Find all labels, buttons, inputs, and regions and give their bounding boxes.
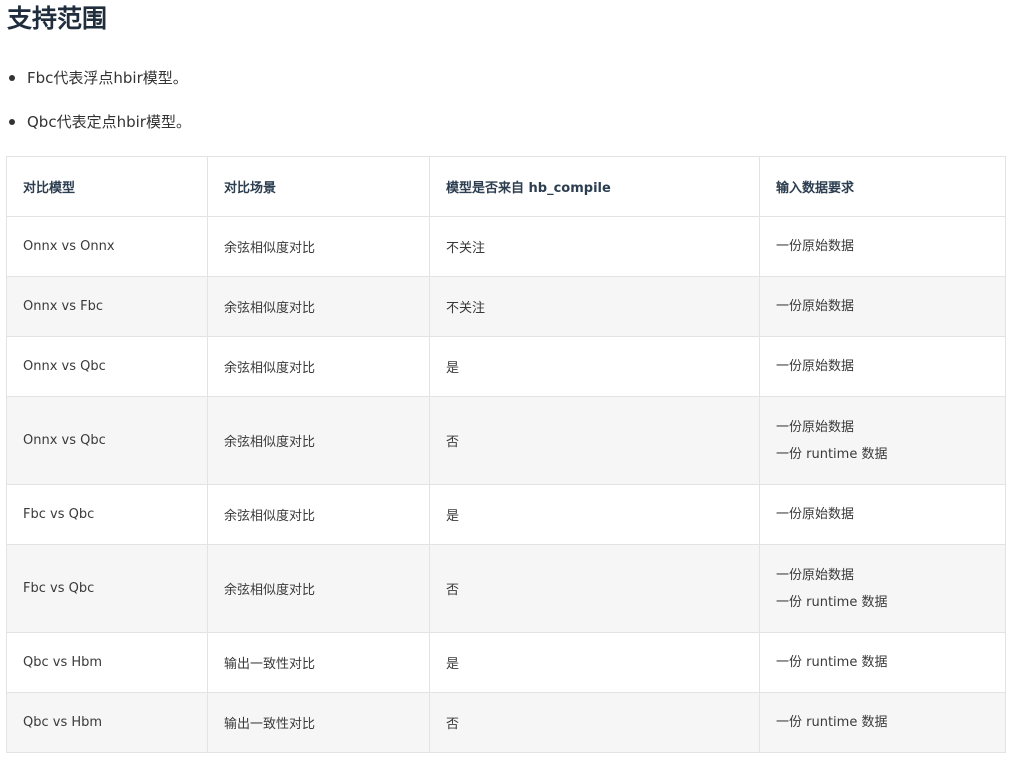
table-row: Onnx vs Qbc 余弦相似度对比 否 一份原始数据 一份 runtime … [6,396,1006,485]
bullet-list: Fbc代表浮点hbir模型。 Qbc代表定点hbir模型。 [0,59,191,147]
input-line: 一份原始数据 [776,239,855,254]
cell-scene: 余弦相似度对比 [207,216,430,277]
input-line: 一份原始数据 [776,299,855,314]
cell-from-compile: 否 [429,396,760,485]
cell-model: Onnx vs Fbc [6,276,208,337]
table-row: Qbc vs Hbm 输出一致性对比 是 一份 runtime 数据 [6,632,1006,693]
cell-input: 一份原始数据 [759,276,1006,337]
cell-model: Onnx vs Qbc [6,396,208,485]
bullet-item: Fbc代表浮点hbir模型。 [0,59,191,103]
cell-input: 一份原始数据 [759,216,1006,277]
header-compare-model: 对比模型 [6,156,208,217]
header-input-requirement: 输入数据要求 [759,156,1006,217]
cell-model: Qbc vs Hbm [6,692,208,753]
cell-scene: 余弦相似度对比 [207,276,430,337]
input-line: 一份 runtime 数据 [776,655,888,670]
table-row: Onnx vs Qbc 余弦相似度对比 是 一份原始数据 [6,336,1006,397]
cell-model: Onnx vs Onnx [6,216,208,277]
cell-input: 一份原始数据 一份 runtime 数据 [759,544,1006,633]
cell-scene: 余弦相似度对比 [207,336,430,397]
input-line: 一份 runtime 数据 [776,715,888,730]
cell-input: 一份 runtime 数据 [759,692,1006,753]
bullet-text: Fbc代表浮点hbir模型。 [27,69,188,87]
cell-model: Onnx vs Qbc [6,336,208,397]
bullet-text: Qbc代表定点hbir模型。 [27,113,191,131]
cell-input: 一份 runtime 数据 [759,632,1006,693]
cell-input: 一份原始数据 一份 runtime 数据 [759,396,1006,485]
cell-from-compile: 是 [429,632,760,693]
bullet-dot-icon [9,75,15,81]
comparison-table: 对比模型 对比场景 模型是否来自 hb_compile 输入数据要求 Onnx … [6,156,1006,753]
header-compare-scene: 对比场景 [207,156,430,217]
table-row: Fbc vs Qbc 余弦相似度对比 是 一份原始数据 [6,484,1006,545]
cell-from-compile: 不关注 [429,276,760,337]
cell-scene: 余弦相似度对比 [207,484,430,545]
cell-scene: 输出一致性对比 [207,632,430,693]
input-line: 一份原始数据 [776,567,855,583]
table-row: Onnx vs Onnx 余弦相似度对比 不关注 一份原始数据 [6,216,1006,277]
cell-scene: 输出一致性对比 [207,692,430,753]
cell-scene: 余弦相似度对比 [207,544,430,633]
cell-model: Fbc vs Qbc [6,544,208,633]
table-row: Fbc vs Qbc 余弦相似度对比 否 一份原始数据 一份 runtime 数… [6,544,1006,633]
table-header-row: 对比模型 对比场景 模型是否来自 hb_compile 输入数据要求 [6,156,1006,217]
cell-from-compile: 否 [429,544,760,633]
header-from-compile: 模型是否来自 hb_compile [429,156,760,217]
cell-from-compile: 否 [429,692,760,753]
input-line: 一份原始数据 [776,507,855,522]
cell-from-compile: 是 [429,484,760,545]
input-line: 一份原始数据 [776,359,855,374]
page-title: 支持范围 [7,4,108,33]
input-line: 一份 runtime 数据 [776,446,888,462]
table-row: Onnx vs Fbc 余弦相似度对比 不关注 一份原始数据 [6,276,1006,337]
cell-scene: 余弦相似度对比 [207,396,430,485]
bullet-item: Qbc代表定点hbir模型。 [0,103,191,147]
cell-from-compile: 不关注 [429,216,760,277]
cell-model: Qbc vs Hbm [6,632,208,693]
cell-model: Fbc vs Qbc [6,484,208,545]
cell-input: 一份原始数据 [759,336,1006,397]
cell-input: 一份原始数据 [759,484,1006,545]
cell-from-compile: 是 [429,336,760,397]
bullet-dot-icon [9,119,15,125]
input-line: 一份原始数据 [776,419,855,435]
input-line: 一份 runtime 数据 [776,594,888,610]
table-row: Qbc vs Hbm 输出一致性对比 否 一份 runtime 数据 [6,692,1006,753]
